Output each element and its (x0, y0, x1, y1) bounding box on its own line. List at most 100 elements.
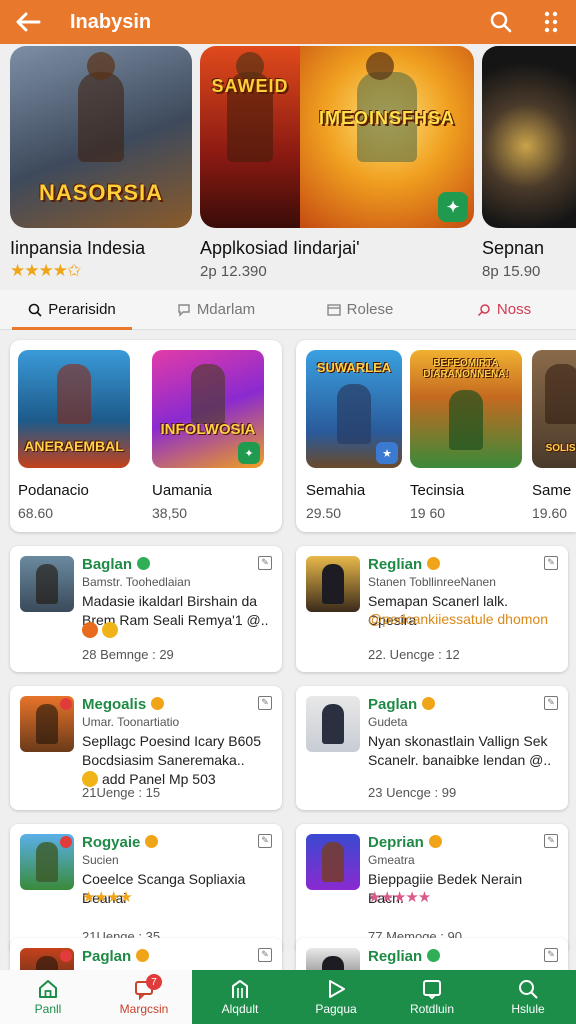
rating-stars: ★★★★ (82, 889, 133, 906)
hero-title: Sepnan (482, 238, 545, 258)
nav-label: Hslule (511, 1002, 545, 1016)
coin-icon (137, 557, 151, 570)
star-badge-icon: ★ (376, 442, 398, 464)
list-item-title: Paglan (82, 948, 150, 965)
hero-game-art (482, 46, 576, 228)
edit-icon[interactable]: ✎ (258, 696, 272, 710)
edit-icon[interactable]: ✎ (544, 556, 558, 570)
featured-game-art: SOLISI (532, 350, 576, 468)
featured-game-art: BEFEOMIRTA DIARANONNENA! (410, 350, 522, 468)
hero-card[interactable]: NASORSIA Iinpansia Indesia ★★★★✩ (10, 46, 192, 281)
list-item[interactable]: Deprian ✎ Gmeatra Bieppagiie Bedek Nerai… (296, 824, 568, 954)
tab-label: Rolese (346, 301, 394, 318)
more-options-button[interactable] (526, 0, 576, 44)
featured-item-value: 19.60 (532, 505, 568, 521)
list-item-thumbnail (20, 834, 74, 890)
search-icon (28, 303, 42, 317)
list-item-subtitle: Sucien (82, 853, 119, 867)
list-item-title-text: Paglan (368, 696, 418, 713)
list-item-title: Paglan (368, 696, 436, 713)
list-item-subtitle: Bamstr. Toohedlaian (82, 575, 191, 589)
back-arrow-icon (16, 12, 41, 32)
featured-item-name: Same (532, 482, 572, 499)
list-item-title-text: Reglian (368, 948, 423, 965)
notification-badge: 7 (145, 974, 162, 990)
featured-item[interactable]: BEFEOMIRTA DIARANONNENA! Tecinsia 19 60 (410, 350, 522, 521)
nav-item-panll[interactable]: Panll (0, 970, 96, 1024)
list-item-title-text: Rogyaie (82, 834, 141, 851)
search-button[interactable] (476, 0, 526, 44)
nav-item-hslule[interactable]: Hslule (480, 970, 576, 1024)
list-item-title: Reglian (368, 948, 441, 965)
list-item-subtitle: Stanen TobllinreeNanen (368, 575, 496, 589)
coin-icon (427, 949, 441, 962)
list-item-title-text: Reglian (368, 556, 423, 573)
list-item-subtitle: Gmeatra (368, 853, 415, 867)
list-item-title-text: Megoalis (82, 696, 147, 713)
hero-carousel[interactable]: NASORSIA Iinpansia Indesia ★★★★✩ SAWEID … (0, 46, 576, 286)
list-item-footer: 21Uenge : 15 (82, 785, 161, 800)
nav-label: Margcsin (119, 1002, 169, 1016)
hero-art-caption: NASORSIA (38, 180, 164, 205)
nav-item-alqdult[interactable]: Alqdult (192, 970, 288, 1024)
list-item-title-text: Paglan (82, 948, 132, 965)
edit-icon[interactable]: ✎ (258, 556, 272, 570)
search-icon (519, 980, 538, 999)
tab-noss[interactable]: Noss (432, 290, 576, 329)
featured-character (57, 364, 91, 424)
nav-item-rotdluin[interactable]: Rotdluin (384, 970, 480, 1024)
featured-item-name: Semahia (306, 482, 366, 499)
list-item-title: Baglan (82, 556, 151, 573)
list-item[interactable]: Paglan ✎ Gudeta Nyan skonastlain Vallign… (296, 686, 568, 810)
rating-stars: ★★★★★ (368, 889, 431, 906)
featured-item[interactable]: ANERAEMBAL Podanacio 68.60 (18, 350, 130, 521)
edit-icon[interactable]: ✎ (544, 834, 558, 848)
featured-item[interactable]: INFOLWOSIA ✦ Uamania 38,50 (152, 350, 264, 521)
list-item-thumbnail (306, 834, 360, 890)
tab-rolese[interactable]: Rolese (288, 290, 432, 329)
edit-icon[interactable]: ✎ (258, 948, 272, 962)
category-tabs: Perarisidn Mdarlam Rolese Noss (0, 290, 576, 330)
nav-item-margcsin[interactable]: 7 Margcsin (96, 970, 192, 1024)
featured-item-value: 19 60 (410, 505, 446, 521)
thumbnail-character (322, 842, 344, 882)
list-item[interactable]: Reglian ✎ Stanen TobllinreeNanen Semapan… (296, 546, 568, 672)
list-item-link[interactable]: @pedcankiiessatule dhomon (368, 610, 558, 629)
hero-card[interactable]: Sepnan 8p 15.90 (482, 46, 576, 280)
tab-mdarlam[interactable]: Mdarlam (144, 290, 288, 329)
star-coin-icon (427, 557, 441, 570)
featured-item[interactable]: SUWARLEA ★ Semahia 29.50 (306, 350, 402, 521)
edit-icon[interactable]: ✎ (544, 948, 558, 962)
hero-character (78, 52, 124, 162)
bottom-navigation: Panll 7 Margcsin Alqdult Pagqua Rotdluin… (0, 970, 576, 1024)
list-item[interactable]: Baglan ✎ Bamstr. Toohedlaian Madasie ika… (10, 546, 282, 672)
featured-item-value: 68.60 (18, 505, 54, 521)
list-item[interactable]: Megoalis ✎ Umar. Toonartiatio Sepllagc P… (10, 686, 282, 810)
back-button[interactable] (0, 0, 56, 44)
app-title: Inabysin (70, 10, 152, 33)
thumbnail-character (36, 564, 58, 604)
home-icon (39, 980, 57, 998)
coin-icon (136, 949, 150, 962)
list-item[interactable]: Rogyaie ✎ Sucien Coeelce Scanga Sopliaxi… (10, 824, 282, 954)
nav-item-pagqua[interactable]: Pagqua (288, 970, 384, 1024)
featured-item[interactable]: SOLISI Same 19.60 (532, 350, 576, 521)
tab-perarisidn[interactable]: Perarisidn (0, 290, 144, 330)
list-item-emojis (82, 622, 122, 638)
edit-icon[interactable]: ✎ (258, 834, 272, 848)
hero-card[interactable]: IMEOINSFHSA ✦ (300, 46, 474, 238)
tab-label: Perarisidn (48, 301, 116, 318)
list-item-title: Deprian (368, 834, 442, 851)
list-item-subtitle: Umar. Toonartiatio (82, 715, 180, 729)
coin-icon (145, 835, 159, 848)
list-item-footer: 23 Uencge : 99 (368, 785, 457, 800)
list-item-title-text: Deprian (368, 834, 424, 851)
hero-card[interactable]: SAWEID Applkosiad Iindarjai' 2p 12.390 (200, 46, 360, 280)
featured-art-caption: SOLISI (545, 443, 576, 454)
edit-icon[interactable]: ✎ (544, 696, 558, 710)
notification-dot (60, 836, 72, 848)
featured-game-art: ANERAEMBAL (18, 350, 130, 468)
hero-price: 8p 15.90 (482, 263, 541, 280)
list-item-thumbnail (20, 696, 74, 752)
featured-art-caption: INFOLWOSIA (160, 421, 256, 438)
